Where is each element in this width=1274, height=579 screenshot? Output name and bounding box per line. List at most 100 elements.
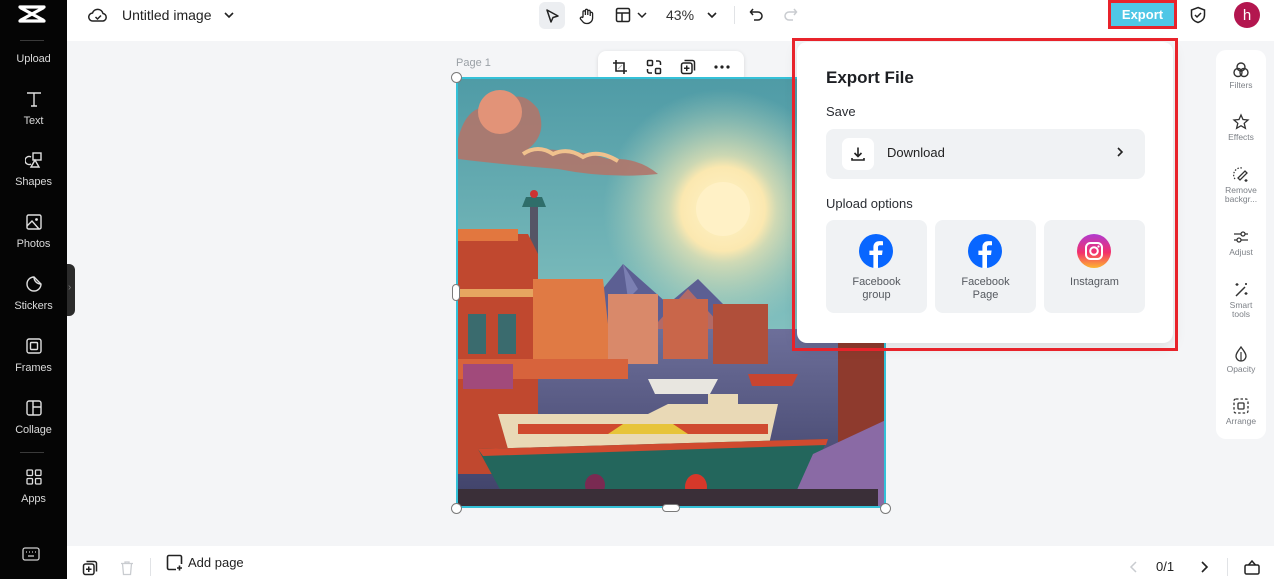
tool-effects[interactable]: Effects: [1216, 113, 1266, 142]
replace-button[interactable]: [642, 55, 666, 79]
photos-icon: [25, 214, 42, 230]
chevron-down-icon: [707, 12, 717, 19]
select-tool-button[interactable]: [539, 2, 565, 29]
tool-label: Effects: [1228, 132, 1254, 142]
chevron-left-icon: [1129, 561, 1137, 573]
tool-label: Opacity: [1226, 364, 1256, 374]
duplicate-button[interactable]: [676, 55, 700, 79]
tool-label: Arrange: [1225, 416, 1257, 426]
pages-panel-toggle[interactable]: [1242, 557, 1262, 577]
redo-button[interactable]: [780, 5, 800, 25]
sidebar-item-collage[interactable]: Collage: [0, 399, 67, 438]
tool-label: Remove backgr...: [1224, 185, 1258, 204]
export-panel-highlight: [792, 38, 1178, 351]
toolbar-divider: [734, 6, 735, 24]
zoom-level[interactable]: 43%: [666, 7, 694, 23]
title-menu-button[interactable]: [222, 8, 236, 22]
layout-icon: [615, 7, 630, 23]
page-counter: 0/1: [1156, 559, 1175, 574]
hand-icon: [579, 8, 594, 24]
sidebar-item-photos[interactable]: Photos: [0, 213, 67, 252]
duplicate-icon: [680, 59, 696, 75]
resize-handle-bottom[interactable]: [662, 504, 680, 512]
shield-check-icon: [1190, 6, 1206, 24]
sidebar-item-text[interactable]: Text: [0, 90, 67, 129]
replace-icon: [646, 59, 662, 75]
duplicate-page-button[interactable]: [81, 559, 99, 577]
previous-page-button[interactable]: [1127, 559, 1141, 575]
tool-arrange[interactable]: Arrange: [1216, 397, 1266, 426]
tool-label: Adjust: [1229, 247, 1253, 257]
avatar-initial: h: [1242, 6, 1252, 24]
collage-icon: [25, 400, 42, 416]
zoom-menu-button[interactable]: [705, 8, 719, 22]
sidebar-item-label: Upload: [16, 53, 51, 65]
resize-handle-left[interactable]: [452, 284, 460, 301]
arrange-icon: [1233, 398, 1249, 414]
cloud-sync-button[interactable]: [87, 6, 109, 24]
right-tools-panel: Filters Effects Remove backgr... Adjust …: [1216, 50, 1266, 439]
sidebar-item-apps[interactable]: Apps: [0, 468, 67, 507]
export-button-label: Export: [1121, 7, 1164, 22]
export-button[interactable]: Export: [1108, 0, 1177, 29]
duplicate-page-icon: [82, 560, 98, 576]
shapes-icon: [24, 152, 42, 168]
chevron-down-icon: [636, 12, 647, 19]
sidebar-item-label: Photos: [16, 238, 51, 250]
undo-button[interactable]: [747, 5, 767, 25]
frames-icon: [25, 338, 42, 354]
top-bar: Untitled image 43% Export h: [67, 0, 1274, 41]
sidebar-item-label: Stickers: [14, 300, 53, 312]
apps-icon: [25, 469, 42, 485]
page-label: Page 1: [456, 57, 491, 69]
undo-icon: [749, 8, 763, 21]
sidebar-divider: [20, 40, 44, 41]
crop-icon: [613, 60, 627, 74]
sidebar-item-upload[interactable]: Upload: [0, 49, 67, 67]
bottom-divider: [1227, 558, 1228, 576]
delete-page-button[interactable]: [118, 559, 136, 577]
opacity-icon: [1235, 345, 1247, 362]
bottom-bar: Add page 0/1: [67, 546, 1274, 579]
sidebar-collapse-handle[interactable]: [67, 264, 75, 316]
text-icon: [26, 92, 41, 107]
keyboard-icon[interactable]: [21, 546, 41, 562]
sidebar-item-label: Apps: [21, 493, 46, 505]
layout-menu-button[interactable]: [612, 4, 650, 26]
sidebar-item-shapes[interactable]: Shapes: [0, 151, 67, 190]
resize-handle-top-left[interactable]: [451, 72, 462, 83]
add-page-icon: [166, 554, 183, 571]
tool-remove-background[interactable]: Remove backgr...: [1216, 166, 1266, 204]
user-avatar[interactable]: h: [1234, 2, 1260, 28]
hand-tool-button[interactable]: [574, 2, 600, 29]
crop-button[interactable]: [608, 55, 632, 79]
tool-adjust[interactable]: Adjust: [1216, 228, 1266, 257]
resize-handle-bottom-right[interactable]: [880, 503, 891, 514]
chevron-down-icon: [224, 12, 234, 19]
next-page-button[interactable]: [1197, 559, 1211, 575]
left-sidebar: Upload Text Shapes Photos Stickers Frame…: [0, 0, 67, 579]
tool-label: Filters: [1229, 80, 1253, 90]
more-options-button[interactable]: [710, 55, 734, 79]
stickers-icon: [25, 276, 42, 292]
sidebar-item-stickers[interactable]: Stickers: [0, 275, 67, 314]
bottom-divider: [150, 558, 151, 576]
adjust-icon: [1234, 231, 1248, 243]
filters-icon: [1233, 62, 1249, 78]
pages-panel-icon: [1244, 559, 1260, 575]
security-button[interactable]: [1187, 4, 1209, 26]
redo-icon: [784, 8, 798, 21]
add-page-button[interactable]: Add page: [166, 554, 244, 571]
trash-icon: [121, 561, 133, 576]
capcut-logo[interactable]: [17, 4, 47, 24]
document-title[interactable]: Untitled image: [122, 7, 212, 23]
sidebar-item-label: Frames: [15, 362, 52, 374]
cursor-icon: [546, 8, 559, 23]
resize-handle-bottom-left[interactable]: [451, 503, 462, 514]
sidebar-item-frames[interactable]: Frames: [0, 337, 67, 376]
tool-smart-tools[interactable]: Smart tools: [1216, 281, 1266, 319]
tool-filters[interactable]: Filters: [1216, 61, 1266, 90]
tool-opacity[interactable]: Opacity: [1216, 345, 1266, 374]
sidebar-divider: [20, 452, 44, 453]
effects-icon: [1232, 113, 1250, 130]
